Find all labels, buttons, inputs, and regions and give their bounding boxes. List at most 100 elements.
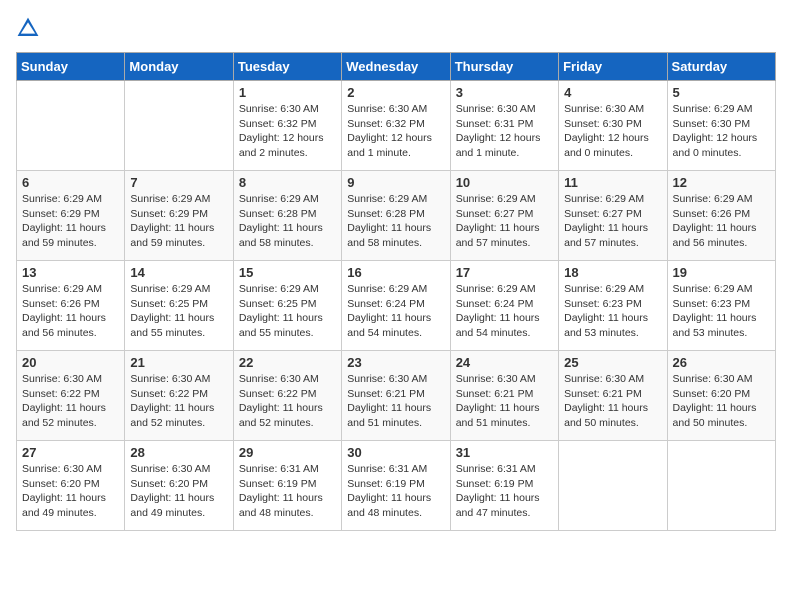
calendar-cell: 3 Sunrise: 6:30 AM Sunset: 6:31 PM Daylig…	[450, 81, 558, 171]
calendar-week-row: 1 Sunrise: 6:30 AM Sunset: 6:32 PM Daylig…	[17, 81, 776, 171]
day-info: Sunrise: 6:30 AM Sunset: 6:20 PM Dayligh…	[130, 462, 227, 521]
day-info: Sunrise: 6:29 AM Sunset: 6:28 PM Dayligh…	[239, 192, 336, 251]
calendar-week-row: 20Sunrise: 6:30 AM Sunset: 6:22 PM Dayli…	[17, 351, 776, 441]
day-number: 25	[564, 355, 661, 370]
day-info: Sunrise: 6:30 AM Sunset: 6:21 PM Dayligh…	[564, 372, 661, 431]
calendar-cell: 10 Sunrise: 6:29 AM Sunset: 6:27 PM Dayli…	[450, 171, 558, 261]
day-info: Sunrise: 6:31 AM Sunset: 6:19 PM Dayligh…	[456, 462, 553, 521]
logo	[16, 16, 44, 40]
calendar-week-row: 27 Sunrise: 6:30 AM Sunset: 6:20 PM Dayli…	[17, 441, 776, 531]
day-number: 31	[456, 445, 553, 460]
day-info: Sunrise: 6:30 AM Sunset: 6:32 PM Dayligh…	[347, 102, 444, 161]
calendar-cell: 18 Sunrise: 6:29 AM Sunset: 6:23 PM Dayli…	[559, 261, 667, 351]
day-number: 27	[22, 445, 119, 460]
calendar-cell: 28 Sunrise: 6:30 AM Sunset: 6:20 PM Dayli…	[125, 441, 233, 531]
day-number: 3	[456, 85, 553, 100]
day-number: 19	[673, 265, 770, 280]
weekday-header-friday: Friday	[559, 53, 667, 81]
calendar-cell: 9Sunrise: 6:29 AM Sunset: 6:28 PM Daylig…	[342, 171, 450, 261]
day-info: Sunrise: 6:29 AM Sunset: 6:29 PM Dayligh…	[130, 192, 227, 251]
calendar-cell: 21 Sunrise: 6:30 AM Sunset: 6:22 PM Dayli…	[125, 351, 233, 441]
calendar-cell: 2 Sunrise: 6:30 AM Sunset: 6:32 PM Daylig…	[342, 81, 450, 171]
day-number: 10	[456, 175, 553, 190]
day-number: 9	[347, 175, 444, 190]
calendar-table: SundayMondayTuesdayWednesdayThursdayFrid…	[16, 52, 776, 531]
calendar-cell: 5Sunrise: 6:29 AM Sunset: 6:30 PM Daylig…	[667, 81, 775, 171]
day-number: 2	[347, 85, 444, 100]
calendar-cell: 26 Sunrise: 6:30 AM Sunset: 6:20 PM Dayli…	[667, 351, 775, 441]
calendar-cell: 17Sunrise: 6:29 AM Sunset: 6:24 PM Dayli…	[450, 261, 558, 351]
day-number: 22	[239, 355, 336, 370]
calendar-cell: 7Sunrise: 6:29 AM Sunset: 6:29 PM Daylig…	[125, 171, 233, 261]
calendar-cell	[125, 81, 233, 171]
calendar-cell: 31 Sunrise: 6:31 AM Sunset: 6:19 PM Dayli…	[450, 441, 558, 531]
calendar-week-row: 13 Sunrise: 6:29 AM Sunset: 6:26 PM Dayli…	[17, 261, 776, 351]
day-number: 29	[239, 445, 336, 460]
calendar-cell: 20Sunrise: 6:30 AM Sunset: 6:22 PM Dayli…	[17, 351, 125, 441]
day-info: Sunrise: 6:30 AM Sunset: 6:22 PM Dayligh…	[22, 372, 119, 431]
calendar-cell	[17, 81, 125, 171]
day-info: Sunrise: 6:29 AM Sunset: 6:27 PM Dayligh…	[564, 192, 661, 251]
calendar-cell: 13 Sunrise: 6:29 AM Sunset: 6:26 PM Dayli…	[17, 261, 125, 351]
logo-icon	[16, 16, 40, 40]
calendar-cell: 24 Sunrise: 6:30 AM Sunset: 6:21 PM Dayli…	[450, 351, 558, 441]
day-info: Sunrise: 6:31 AM Sunset: 6:19 PM Dayligh…	[239, 462, 336, 521]
day-info: Sunrise: 6:29 AM Sunset: 6:25 PM Dayligh…	[130, 282, 227, 341]
day-info: Sunrise: 6:29 AM Sunset: 6:26 PM Dayligh…	[22, 282, 119, 341]
day-info: Sunrise: 6:31 AM Sunset: 6:19 PM Dayligh…	[347, 462, 444, 521]
calendar-cell: 15Sunrise: 6:29 AM Sunset: 6:25 PM Dayli…	[233, 261, 341, 351]
weekday-header-sunday: Sunday	[17, 53, 125, 81]
day-info: Sunrise: 6:29 AM Sunset: 6:26 PM Dayligh…	[673, 192, 770, 251]
weekday-header-wednesday: Wednesday	[342, 53, 450, 81]
day-number: 28	[130, 445, 227, 460]
calendar-cell: 1 Sunrise: 6:30 AM Sunset: 6:32 PM Daylig…	[233, 81, 341, 171]
day-info: Sunrise: 6:30 AM Sunset: 6:22 PM Dayligh…	[130, 372, 227, 431]
day-number: 13	[22, 265, 119, 280]
day-info: Sunrise: 6:29 AM Sunset: 6:23 PM Dayligh…	[673, 282, 770, 341]
day-number: 11	[564, 175, 661, 190]
calendar-cell: 6 Sunrise: 6:29 AM Sunset: 6:29 PM Daylig…	[17, 171, 125, 261]
day-info: Sunrise: 6:30 AM Sunset: 6:31 PM Dayligh…	[456, 102, 553, 161]
day-info: Sunrise: 6:30 AM Sunset: 6:20 PM Dayligh…	[673, 372, 770, 431]
weekday-header-tuesday: Tuesday	[233, 53, 341, 81]
weekday-header-thursday: Thursday	[450, 53, 558, 81]
day-number: 17	[456, 265, 553, 280]
day-number: 5	[673, 85, 770, 100]
calendar-cell: 16 Sunrise: 6:29 AM Sunset: 6:24 PM Dayli…	[342, 261, 450, 351]
calendar-cell: 4 Sunrise: 6:30 AM Sunset: 6:30 PM Daylig…	[559, 81, 667, 171]
day-info: Sunrise: 6:29 AM Sunset: 6:24 PM Dayligh…	[347, 282, 444, 341]
page-header	[16, 16, 776, 40]
day-number: 8	[239, 175, 336, 190]
day-number: 14	[130, 265, 227, 280]
calendar-cell: 11 Sunrise: 6:29 AM Sunset: 6:27 PM Dayli…	[559, 171, 667, 261]
day-info: Sunrise: 6:30 AM Sunset: 6:20 PM Dayligh…	[22, 462, 119, 521]
day-number: 18	[564, 265, 661, 280]
day-info: Sunrise: 6:29 AM Sunset: 6:23 PM Dayligh…	[564, 282, 661, 341]
day-info: Sunrise: 6:29 AM Sunset: 6:27 PM Dayligh…	[456, 192, 553, 251]
day-number: 6	[22, 175, 119, 190]
day-number: 4	[564, 85, 661, 100]
day-number: 30	[347, 445, 444, 460]
calendar-cell	[667, 441, 775, 531]
calendar-cell: 30 Sunrise: 6:31 AM Sunset: 6:19 PM Dayli…	[342, 441, 450, 531]
day-number: 1	[239, 85, 336, 100]
day-number: 16	[347, 265, 444, 280]
day-number: 21	[130, 355, 227, 370]
weekday-header-monday: Monday	[125, 53, 233, 81]
calendar-cell: 29 Sunrise: 6:31 AM Sunset: 6:19 PM Dayli…	[233, 441, 341, 531]
day-info: Sunrise: 6:29 AM Sunset: 6:29 PM Dayligh…	[22, 192, 119, 251]
weekday-header-row: SundayMondayTuesdayWednesdayThursdayFrid…	[17, 53, 776, 81]
calendar-cell	[559, 441, 667, 531]
calendar-cell: 8 Sunrise: 6:29 AM Sunset: 6:28 PM Daylig…	[233, 171, 341, 261]
day-number: 24	[456, 355, 553, 370]
calendar-cell: 14 Sunrise: 6:29 AM Sunset: 6:25 PM Dayli…	[125, 261, 233, 351]
day-info: Sunrise: 6:30 AM Sunset: 6:21 PM Dayligh…	[456, 372, 553, 431]
day-number: 26	[673, 355, 770, 370]
day-info: Sunrise: 6:30 AM Sunset: 6:30 PM Dayligh…	[564, 102, 661, 161]
day-info: Sunrise: 6:30 AM Sunset: 6:32 PM Dayligh…	[239, 102, 336, 161]
day-number: 15	[239, 265, 336, 280]
calendar-cell: 12Sunrise: 6:29 AM Sunset: 6:26 PM Dayli…	[667, 171, 775, 261]
day-info: Sunrise: 6:30 AM Sunset: 6:22 PM Dayligh…	[239, 372, 336, 431]
calendar-week-row: 6 Sunrise: 6:29 AM Sunset: 6:29 PM Daylig…	[17, 171, 776, 261]
calendar-cell: 27 Sunrise: 6:30 AM Sunset: 6:20 PM Dayli…	[17, 441, 125, 531]
